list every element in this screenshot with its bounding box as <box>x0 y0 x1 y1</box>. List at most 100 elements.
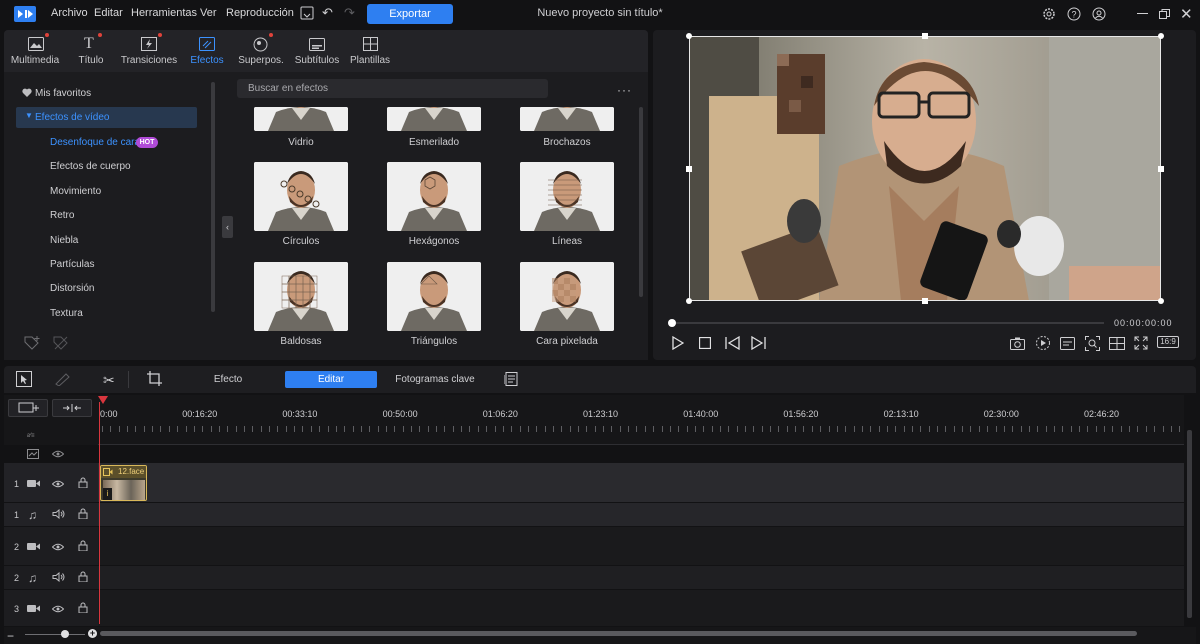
next-frame-icon[interactable] <box>751 336 766 350</box>
stop-icon[interactable] <box>699 337 711 349</box>
lock-icon[interactable] <box>78 477 88 488</box>
tab-titulo[interactable]: T Título <box>66 30 116 72</box>
pen-tool-icon[interactable] <box>54 372 72 386</box>
track-video-3[interactable] <box>98 590 1184 626</box>
redo-icon[interactable]: ↷ <box>344 5 355 21</box>
effects-search-input[interactable]: Buscar en efectos <box>237 79 548 98</box>
category-body-effects[interactable]: Efectos de cuerpo <box>50 161 131 172</box>
play-icon[interactable] <box>672 336 684 350</box>
preview-scrub-bar[interactable] <box>672 322 1104 324</box>
effect-thumbnail[interactable] <box>254 162 348 231</box>
crop-icon[interactable] <box>147 371 162 386</box>
select-tool-icon[interactable] <box>16 371 32 387</box>
more-options-icon[interactable]: ··· <box>617 83 632 97</box>
tab-subtitulos[interactable]: Subtítulos <box>290 30 344 72</box>
category-face-blur[interactable]: Desenfoque de cara <box>50 137 140 148</box>
category-movement[interactable]: Movimiento <box>50 186 101 197</box>
eye-icon[interactable] <box>52 605 64 613</box>
split-scissors-icon[interactable]: ✂ <box>103 372 115 389</box>
resize-handle[interactable] <box>922 298 928 304</box>
tab-superpos[interactable]: Superpos. <box>234 30 288 72</box>
zoom-preview-icon[interactable] <box>1085 336 1100 351</box>
menu-archivo[interactable]: Archivo <box>51 7 88 19</box>
render-preview-icon[interactable] <box>1035 335 1051 351</box>
resize-handle[interactable] <box>1158 166 1164 172</box>
resize-handle[interactable] <box>686 298 692 304</box>
effect-thumbnail[interactable] <box>520 107 614 131</box>
effect-thumbnail[interactable] <box>387 262 481 331</box>
playhead-line[interactable] <box>99 402 100 624</box>
snapshot-icon[interactable] <box>1010 337 1025 350</box>
add-tag-icon[interactable] <box>23 335 41 351</box>
tab-multimedia[interactable]: Multimedia <box>6 30 64 72</box>
minimize-icon[interactable] <box>1137 13 1148 14</box>
undo-icon[interactable]: ↶ <box>322 5 333 21</box>
track-video-2[interactable] <box>98 527 1184 565</box>
resize-handle[interactable] <box>1158 33 1164 39</box>
close-icon[interactable]: ✕ <box>1180 5 1193 23</box>
help-icon[interactable]: ? <box>1067 7 1081 21</box>
lock-icon[interactable] <box>78 540 88 551</box>
zoom-in-icon[interactable]: + <box>88 629 97 638</box>
timeline-ruler[interactable] <box>98 395 1184 445</box>
volume-icon[interactable] <box>52 509 65 519</box>
eye-icon[interactable] <box>52 450 64 458</box>
tab-transiciones[interactable]: Transiciones <box>118 30 180 72</box>
timeline-tab-keyframes[interactable]: Fotogramas clave <box>390 371 480 388</box>
menu-ver[interactable]: Ver <box>200 7 217 19</box>
effect-thumbnail[interactable] <box>254 107 348 131</box>
safe-zone-icon[interactable] <box>1109 337 1125 350</box>
aspect-ratio-button[interactable]: 16:9 <box>1157 336 1179 348</box>
menu-editar[interactable]: Editar <box>94 7 123 19</box>
effect-thumbnail[interactable] <box>387 162 481 231</box>
settings-icon[interactable] <box>1042 7 1056 21</box>
lock-icon[interactable] <box>78 571 88 582</box>
resize-handle[interactable] <box>1158 298 1164 304</box>
timeline-horizontal-scrollbar[interactable] <box>100 631 1137 636</box>
volume-icon[interactable] <box>52 572 65 582</box>
tree-scrollbar[interactable] <box>211 82 215 312</box>
category-fog[interactable]: Niebla <box>50 235 78 246</box>
category-distortion[interactable]: Distorsión <box>50 283 94 294</box>
save-icon[interactable] <box>300 6 314 20</box>
category-texture[interactable]: Textura <box>50 308 83 319</box>
restore-icon[interactable] <box>1159 9 1170 19</box>
timeline-list-icon[interactable] <box>504 372 518 386</box>
resize-handle[interactable] <box>686 33 692 39</box>
track-video-1[interactable] <box>98 463 1184 502</box>
previous-frame-icon[interactable] <box>725 336 740 350</box>
remove-tag-icon[interactable] <box>52 335 70 351</box>
account-icon[interactable] <box>1092 7 1106 21</box>
collapse-caret-icon[interactable]: ▼ <box>25 111 33 120</box>
track-audio-2[interactable] <box>98 566 1184 589</box>
effect-thumbnail[interactable] <box>520 162 614 231</box>
tab-plantillas[interactable]: Plantillas <box>344 30 396 72</box>
fullscreen-icon[interactable] <box>1134 336 1148 350</box>
timeline-tab-editar[interactable]: Editar <box>285 371 377 388</box>
grid-scrollbar[interactable] <box>639 107 643 297</box>
track-thumb-icon[interactable] <box>27 449 39 459</box>
effect-thumbnail[interactable] <box>254 262 348 331</box>
eye-icon[interactable] <box>52 543 64 551</box>
export-button[interactable]: Exportar <box>367 4 453 24</box>
zoom-out-icon[interactable]: − <box>7 630 14 642</box>
fit-timeline-button[interactable] <box>52 399 92 417</box>
timeline-clip[interactable]: 12.face i <box>100 465 147 501</box>
preview-scrub-knob[interactable] <box>668 319 676 327</box>
subtitle-toggle-icon[interactable] <box>1060 337 1075 350</box>
zoom-slider[interactable] <box>25 634 85 635</box>
eye-icon[interactable] <box>52 480 64 488</box>
effect-thumbnail[interactable] <box>520 262 614 331</box>
menu-herramientas[interactable]: Herramientas <box>131 7 197 19</box>
lock-icon[interactable] <box>78 602 88 613</box>
category-retro[interactable]: Retro <box>50 210 74 221</box>
add-track-button[interactable] <box>8 399 48 417</box>
lock-icon[interactable] <box>78 508 88 519</box>
tab-efectos[interactable]: Efectos <box>184 30 230 72</box>
collapse-panel-icon[interactable]: ‹ <box>222 216 233 238</box>
track-audio-1[interactable] <box>98 503 1184 526</box>
timeline-vertical-scrollbar[interactable] <box>1187 430 1192 618</box>
resize-handle[interactable] <box>686 166 692 172</box>
resize-handle[interactable] <box>922 33 928 39</box>
my-favorites[interactable]: Mis favoritos <box>35 88 91 99</box>
